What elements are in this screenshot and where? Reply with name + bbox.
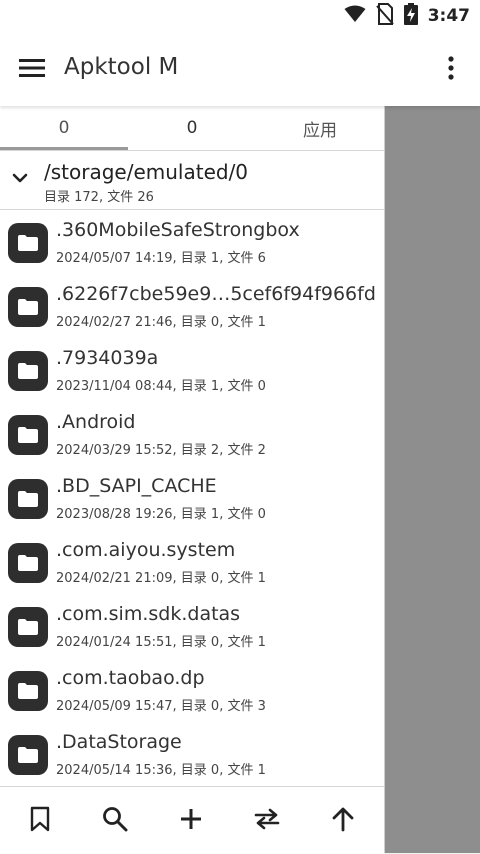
file-name: .7934039a xyxy=(56,347,159,369)
file-meta: 2023/08/28 19:26, 目录 1, 文件 0 xyxy=(56,507,266,522)
folder-icon xyxy=(8,287,48,327)
tab-storage-1[interactable]: 0 xyxy=(128,106,256,150)
file-name: .com.aiyou.system xyxy=(56,539,236,561)
arrow-up-icon xyxy=(331,806,355,836)
more-options-button[interactable] xyxy=(436,52,466,88)
file-meta: 2024/03/29 15:52, 目录 2, 文件 2 xyxy=(56,443,266,458)
file-meta: 2024/05/14 15:36, 目录 0, 文件 1 xyxy=(56,763,266,778)
file-meta: 2024/05/07 14:19, 目录 1, 文件 6 xyxy=(56,251,266,266)
tab-bar: 0 0 应用 xyxy=(0,106,384,151)
list-item[interactable]: .360MobileSafeStrongbox 2024/05/07 14:19… xyxy=(0,210,384,274)
tab-label: 应用 xyxy=(303,120,337,141)
list-item[interactable]: .BD_SAPI_CACHE 2023/08/28 19:26, 目录 1, 文… xyxy=(0,466,384,530)
folder-icon xyxy=(8,479,48,519)
search-button[interactable] xyxy=(97,803,133,839)
tab-apps[interactable]: 应用 xyxy=(256,106,384,150)
file-name: .BD_SAPI_CACHE xyxy=(56,475,217,497)
file-meta: 2024/01/24 15:51, 目录 0, 文件 1 xyxy=(56,635,266,650)
menu-icon xyxy=(19,58,45,82)
more-vert-icon xyxy=(448,56,454,84)
battery-charging-icon xyxy=(403,3,418,29)
status-icons: 3:47 xyxy=(344,3,470,29)
folder-icon xyxy=(8,607,48,647)
status-bar: 3:47 xyxy=(0,0,480,32)
list-item[interactable]: .6226f7cbe59e9…5cef6f94f966fd 2024/02/27… xyxy=(0,274,384,338)
bottom-toolbar xyxy=(0,786,384,854)
folder-icon xyxy=(8,351,48,391)
list-item[interactable]: .DataStorage 2024/05/14 15:36, 目录 0, 文件 … xyxy=(0,722,384,786)
file-meta: 2024/05/09 15:47, 目录 0, 文件 3 xyxy=(56,699,266,714)
swap-icon xyxy=(253,807,281,835)
tab-label: 0 xyxy=(186,118,198,138)
folder-icon xyxy=(8,671,48,711)
bookmark-button[interactable] xyxy=(22,803,58,839)
chevron-down-icon[interactable] xyxy=(10,168,30,188)
tab-storage-0[interactable]: 0 xyxy=(0,106,128,150)
folder-icon xyxy=(8,223,48,263)
no-sim-icon xyxy=(375,3,394,29)
file-meta: 2023/11/04 08:44, 目录 1, 文件 0 xyxy=(56,379,266,394)
path-header[interactable]: /storage/emulated/0 目录 172, 文件 26 xyxy=(0,151,384,210)
tab-indicator xyxy=(0,147,128,150)
app-title: Apktool M xyxy=(64,54,179,80)
file-meta: 2024/02/21 21:09, 目录 0, 文件 1 xyxy=(56,571,266,586)
drawer-scrim[interactable] xyxy=(385,106,480,853)
list-item[interactable]: .com.sim.sdk.datas 2024/01/24 15:51, 目录 … xyxy=(0,594,384,658)
bookmark-icon xyxy=(30,806,50,836)
file-list: .360MobileSafeStrongbox 2024/05/07 14:19… xyxy=(0,210,384,786)
list-item[interactable]: .com.taobao.dp 2024/05/09 15:47, 目录 0, 文… xyxy=(0,658,384,722)
file-meta: 2024/02/27 21:46, 目录 0, 文件 1 xyxy=(56,315,266,330)
current-path: /storage/emulated/0 xyxy=(44,160,249,184)
file-name: .Android xyxy=(56,411,136,433)
status-time: 3:47 xyxy=(427,6,470,26)
list-item[interactable]: .Android 2024/03/29 15:52, 目录 2, 文件 2 xyxy=(0,402,384,466)
app-bar: Apktool M xyxy=(0,32,480,106)
file-name: .com.sim.sdk.datas xyxy=(56,603,241,625)
add-button[interactable] xyxy=(173,803,209,839)
folder-icon xyxy=(8,415,48,455)
file-name: .com.taobao.dp xyxy=(56,667,205,689)
search-icon xyxy=(102,806,128,836)
menu-button[interactable] xyxy=(14,52,50,88)
parent-folder-button[interactable] xyxy=(325,803,361,839)
file-name: .360MobileSafeStrongbox xyxy=(56,219,300,241)
wifi-icon xyxy=(344,5,366,27)
list-item[interactable]: .7934039a 2023/11/04 08:44, 目录 1, 文件 0 xyxy=(0,338,384,402)
tab-label: 0 xyxy=(58,118,70,138)
add-icon xyxy=(180,808,202,834)
path-summary: 目录 172, 文件 26 xyxy=(44,190,154,205)
file-name: .DataStorage xyxy=(56,731,182,753)
folder-icon xyxy=(8,735,48,775)
folder-icon xyxy=(8,543,48,583)
file-name: .6226f7cbe59e9…5cef6f94f966fd xyxy=(56,283,376,305)
swap-button[interactable] xyxy=(249,803,285,839)
list-item[interactable]: .com.aiyou.system 2024/02/21 21:09, 目录 0… xyxy=(0,530,384,594)
file-drawer: 0 0 应用 /storage/emulated/0 目录 172, 文件 26… xyxy=(0,106,385,854)
